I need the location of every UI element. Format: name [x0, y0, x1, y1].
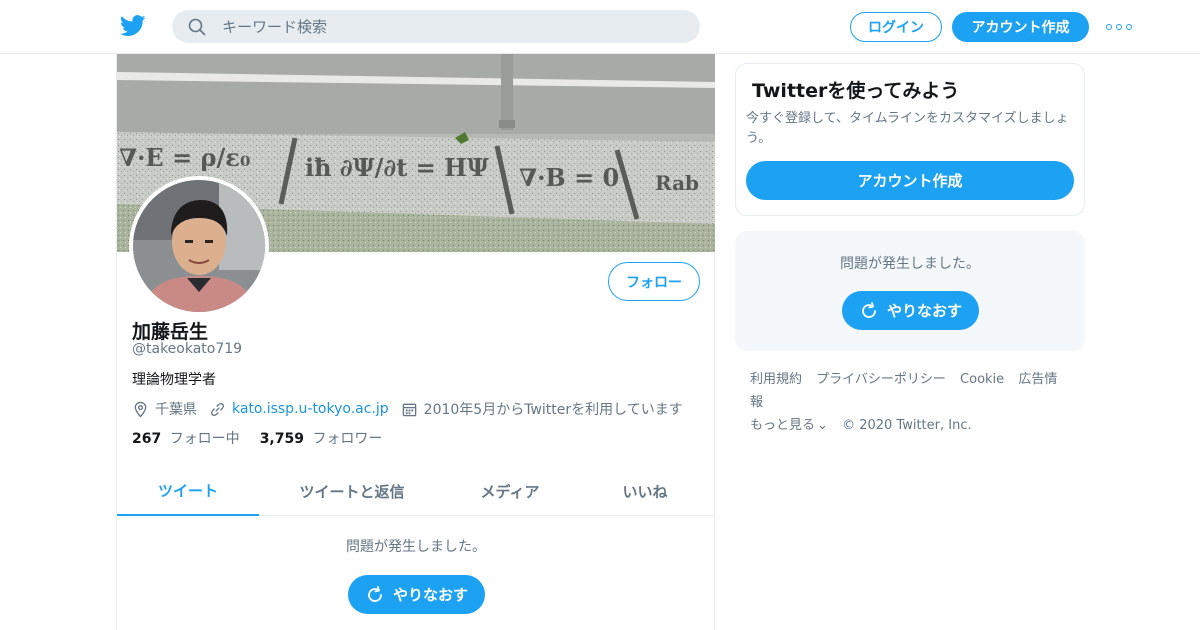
footer-link-privacy[interactable]: プライバシーポリシー: [816, 372, 946, 387]
following-count: 267: [132, 431, 162, 447]
website-link[interactable]: kato.issp.u-tokyo.ac.jp: [232, 401, 389, 417]
profile-column: ∇·E = ρ/ε₀ iħ ∂Ψ/∂t = HΨ ∇·B = 0 Rab フォロ…: [116, 54, 715, 630]
chevron-down-icon: ⌄: [817, 418, 828, 433]
avatar-photo: [133, 180, 265, 312]
tab-tweets-and-replies[interactable]: ツイートと返信: [259, 466, 445, 516]
signup-button[interactable]: アカウント作成: [952, 12, 1089, 42]
location-pin-icon: [134, 401, 147, 418]
followers-label: フォロワー: [312, 431, 383, 447]
signup-card: Twitterを使ってみよう 今すぐ登録して、タイムラインをカスタマイズしましょ…: [735, 63, 1085, 216]
refresh-icon: [862, 301, 876, 318]
sidebar-retry-label: やりなおす: [886, 302, 962, 320]
search-icon: [188, 18, 206, 36]
timeline-retry-label: やりなおす: [392, 586, 468, 604]
sidebar-retry-button[interactable]: やりなおす: [842, 291, 979, 330]
profile-meta: 千葉県 kato.issp.u-tokyo.ac.jp 2010年5月からTwi…: [132, 398, 695, 420]
footer-links: 利用規約 プライバシーポリシー Cookie 広告情報 もっと見る ⌄ © 202…: [750, 368, 1080, 437]
footer-more-label: もっと見る: [750, 418, 816, 433]
following-label: フォロー中: [169, 431, 240, 447]
banner-formula-3: Rab: [655, 171, 699, 195]
signup-card-button[interactable]: アカウント作成: [746, 161, 1074, 200]
banner-formula-2: ∇·B = 0: [519, 163, 619, 192]
profile-handle: @takeokato719: [132, 341, 243, 357]
sidebar-error-box: 問題が発生しました。 やりなおす: [735, 231, 1085, 351]
timeline-retry-button[interactable]: やりなおす: [348, 575, 485, 614]
profile-website[interactable]: kato.issp.u-tokyo.ac.jp: [209, 401, 389, 418]
tab-likes[interactable]: いいね: [575, 466, 715, 516]
login-button[interactable]: ログイン: [850, 12, 942, 42]
profile-location: 千葉県: [132, 399, 197, 419]
banner-formula-0: ∇·E = ρ/ε₀: [119, 143, 250, 172]
footer-link-cookie[interactable]: Cookie: [960, 372, 1004, 387]
tab-media[interactable]: メディア: [445, 466, 575, 516]
joined-text: 2010年5月からTwitterを利用しています: [423, 402, 683, 418]
footer-more-link[interactable]: もっと見る ⌄: [750, 418, 828, 433]
profile-tabs: ツイート ツイートと返信 メディア いいね: [117, 466, 715, 516]
search-box[interactable]: [172, 10, 700, 43]
following-stat[interactable]: 267 フォロー中: [132, 428, 240, 448]
followers-count: 3,759: [259, 431, 304, 447]
profile-bio: 理論物理学者: [132, 372, 216, 388]
top-navigation-bar: ログイン アカウント作成: [0, 0, 1200, 54]
profile-joined: 2010年5月からTwitterを利用しています: [401, 399, 683, 419]
profile-avatar[interactable]: [129, 176, 269, 316]
calendar-icon: [402, 403, 416, 416]
location-text: 千葉県: [155, 402, 197, 418]
signup-card-description: 今すぐ登録して、タイムラインをカスタマイズしましょう。: [746, 111, 1069, 146]
refresh-icon: [368, 585, 382, 602]
follow-button[interactable]: フォロー: [608, 262, 700, 301]
tab-tweets[interactable]: ツイート: [117, 466, 259, 516]
search-input[interactable]: [222, 10, 682, 43]
footer-copyright: © 2020 Twitter, Inc.: [842, 418, 972, 433]
signup-card-title: Twitterを使ってみよう: [752, 80, 960, 102]
more-dots-icon[interactable]: [1106, 20, 1132, 34]
sidebar-error-message: 問題が発生しました。: [840, 256, 980, 272]
profile-stats: 267 フォロー中 3,759 フォロワー: [132, 428, 402, 448]
banner-formula-1: iħ ∂Ψ/∂t = HΨ: [305, 153, 489, 182]
followers-stat[interactable]: 3,759 フォロワー: [260, 428, 383, 448]
timeline-error-message: 問題が発生しました。: [346, 539, 486, 555]
link-icon: [211, 402, 224, 416]
footer-link-terms[interactable]: 利用規約: [750, 372, 802, 387]
twitter-bird-icon[interactable]: [120, 14, 146, 38]
profile-display-name: 加藤岳生: [132, 321, 209, 343]
